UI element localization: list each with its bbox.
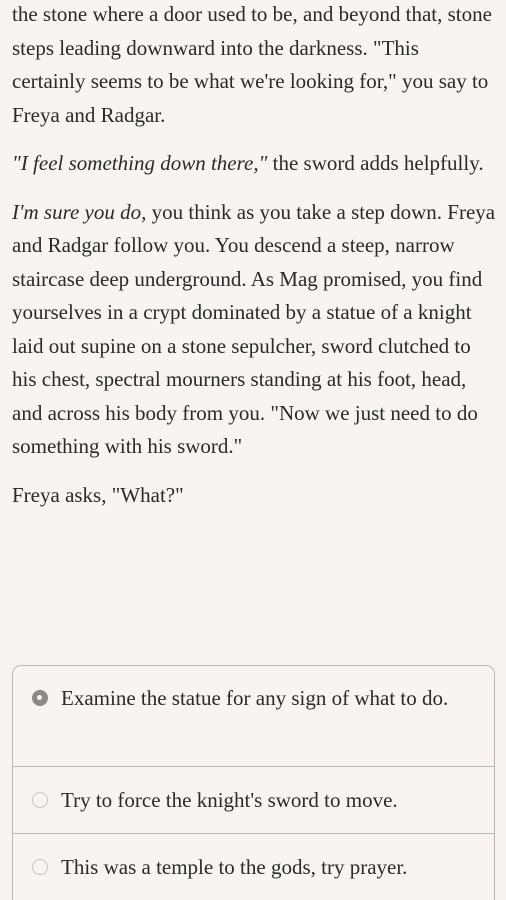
story-paragraph-4: Freya asks, "What?" bbox=[12, 479, 496, 513]
choice-option-1-label: Examine the statue for any sign of what … bbox=[61, 686, 449, 710]
story-text: the stone where a door used to be, and b… bbox=[12, 0, 496, 527]
choice-option-2-label: Try to force the knight's sword to move. bbox=[61, 788, 398, 812]
story-paragraph-4-text: Freya asks, "What?" bbox=[12, 482, 184, 507]
choice-option-3[interactable]: This was a temple to the gods, try praye… bbox=[13, 834, 494, 900]
sword-quote: "I feel something down there," bbox=[12, 151, 268, 175]
choice-option-3-label: This was a temple to the gods, try praye… bbox=[61, 855, 408, 879]
choice-option-2[interactable]: Try to force the knight's sword to move. bbox=[13, 767, 494, 834]
story-paragraph-3-text: you think as you take a step down. Freya… bbox=[12, 199, 496, 459]
inner-thought: I'm sure you do, bbox=[12, 199, 147, 224]
choice-option-1[interactable]: Examine the statue for any sign of what … bbox=[13, 666, 494, 767]
choice-list: Examine the statue for any sign of what … bbox=[12, 665, 495, 900]
radio-selected-icon[interactable] bbox=[32, 690, 48, 706]
story-paragraph-2: "I feel something down there," the sword… bbox=[12, 147, 496, 181]
story-paragraph-2-text: the sword adds helpfully. bbox=[267, 151, 484, 175]
story-paragraph-1-text: the stone where a door used to be, and b… bbox=[12, 2, 492, 127]
radio-unselected-icon[interactable] bbox=[32, 859, 48, 875]
story-paragraph-1: the stone where a door used to be, and b… bbox=[12, 0, 496, 132]
radio-unselected-icon[interactable] bbox=[32, 792, 48, 808]
story-paragraph-3: I'm sure you do, you think as you take a… bbox=[12, 196, 496, 464]
